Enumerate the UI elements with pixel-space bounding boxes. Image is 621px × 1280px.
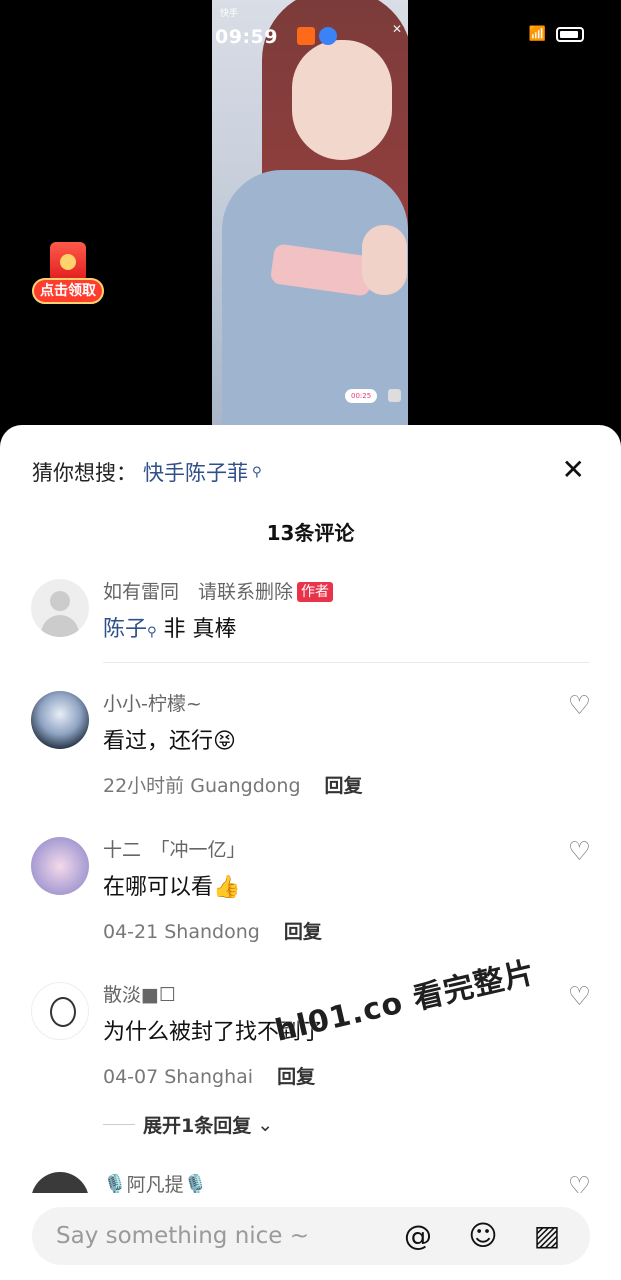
red-packet-button[interactable]: 点击领取 [32, 242, 104, 306]
comment-author[interactable]: 散淡■☐ [103, 980, 176, 1007]
comment-author[interactable]: 十二 「冲一亿」 [103, 835, 246, 862]
reply-button[interactable]: 回复 [284, 921, 322, 943]
author-badge: 作者 [297, 582, 334, 602]
suggest-prefix: 猜你想搜： [32, 461, 137, 485]
video-player[interactable]: 快手 09:59 ✕ 00:25 📶 点击领取 [0, 0, 621, 440]
comment-text: 陈子⚲ 非 真棒 [103, 617, 237, 642]
search-suggestion[interactable]: 猜你想搜： 快手陈子菲 ⚲ [32, 457, 262, 487]
comment-link[interactable]: 陈子 [103, 617, 147, 642]
comment-meta: 04-21 Shandong 回复 [103, 921, 322, 943]
comment-author[interactable]: 如有雷同 请联系删除 作者 [103, 577, 334, 604]
suggest-term[interactable]: 快手陈子菲 [143, 457, 248, 487]
video-status-time: 09:59 [215, 26, 278, 48]
red-packet-label: 点击领取 [32, 278, 104, 304]
video-menu-icon[interactable] [388, 389, 401, 402]
comment-meta: 04-07 Shanghai 回复 [103, 1066, 316, 1088]
search-icon: ⚲ [147, 625, 157, 640]
comments-sheet: 猜你想搜： 快手陈子菲 ⚲ ✕ 13条评论 如有雷同 请联系删除 作者 陈子⚲ 非… [0, 425, 621, 1280]
video-app-name: 快手 [220, 9, 239, 19]
reply-button[interactable]: 回复 [277, 1066, 315, 1088]
comments-count: 13条评论 [266, 521, 355, 545]
video-timer: 00:25 [345, 389, 378, 403]
comment-author[interactable]: 小小-柠檬~ [103, 689, 202, 716]
avatar[interactable] [31, 691, 89, 749]
app-icon [297, 27, 315, 45]
expand-replies-button[interactable]: 展开1条回复 ⌄ [103, 1111, 273, 1138]
image-icon[interactable]: ▨ [529, 1218, 565, 1254]
wifi-icon: 📶 [528, 26, 546, 42]
video-frame[interactable] [212, 0, 408, 425]
comment-input-bar: Say something nice ~ @ ☺ ▨ [0, 1193, 621, 1280]
reply-button[interactable]: 回复 [325, 775, 363, 797]
comment-meta: 22小时前 Guangdong 回复 [103, 775, 363, 797]
comment-input[interactable]: Say something nice ~ [32, 1207, 590, 1265]
at-icon[interactable]: @ [400, 1218, 436, 1254]
emoji-icon[interactable]: ☺ [465, 1218, 501, 1254]
divider [103, 662, 590, 663]
chevron-down-icon: ⌄ [257, 1113, 274, 1136]
heart-icon[interactable]: ♡ [568, 837, 591, 867]
browser-icon [319, 27, 337, 45]
video-close-icon[interactable]: ✕ [392, 22, 402, 36]
search-icon: ⚲ [252, 464, 262, 480]
close-icon[interactable]: ✕ [562, 453, 585, 486]
avatar[interactable] [31, 982, 89, 1040]
comment-text: 看过，还行😝 [103, 729, 236, 754]
battery-icon [556, 26, 584, 42]
heart-icon[interactable]: ♡ [568, 982, 591, 1012]
comment-text: 在哪可以看👍 [103, 875, 241, 900]
avatar[interactable] [31, 837, 89, 895]
avatar[interactable] [31, 579, 89, 637]
heart-icon[interactable]: ♡ [568, 691, 591, 721]
